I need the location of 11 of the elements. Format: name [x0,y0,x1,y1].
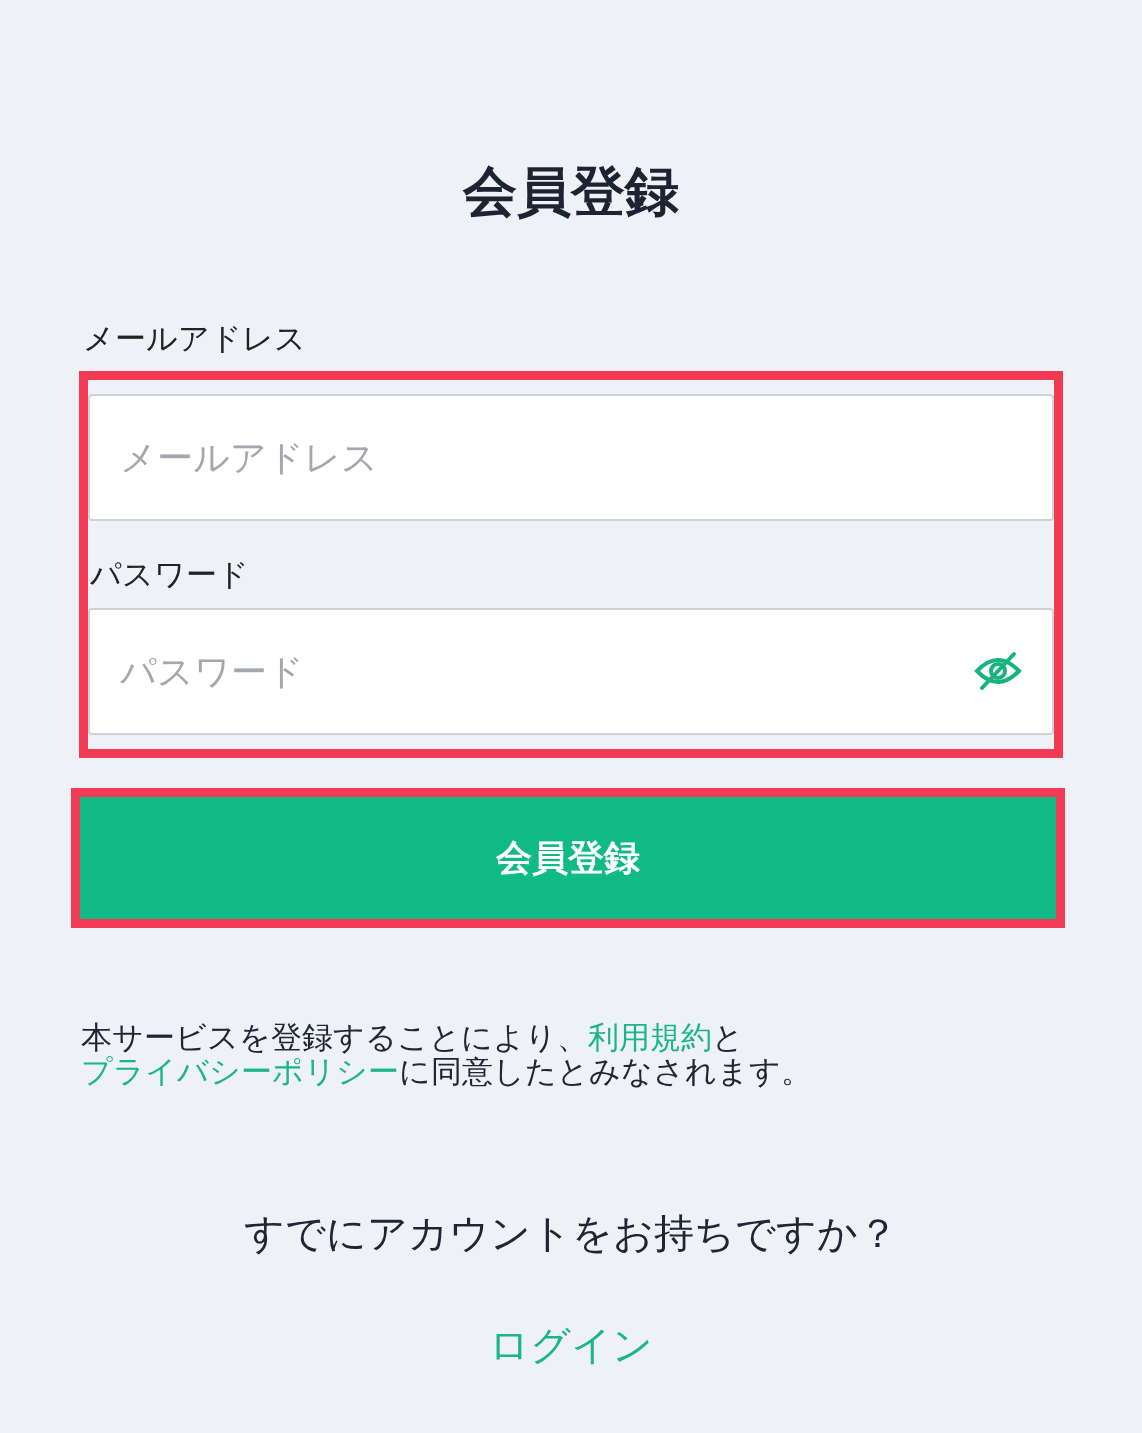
terms-text: 本サービスを登録することにより、利用規約 と プライバシーポリシーに同意したとみなされます。 [81,1019,813,1088]
page-title: 会員登録 [461,160,680,225]
field-label: メールアドレス [83,318,307,358]
input-field[interactable]: メールアドレス [88,394,1054,522]
terms-link[interactable]: 利用規約 [588,1018,712,1055]
login-prompt: すでにアカウントをお持ちですか？ [243,1209,899,1258]
input-field[interactable]: パスワード [88,607,1054,735]
register-button[interactable]: 会員登録 [80,796,1056,919]
login-link[interactable]: ログイン [489,1322,653,1368]
field-label: パスワード [90,555,250,595]
eye-slash-icon[interactable] [974,650,1022,691]
